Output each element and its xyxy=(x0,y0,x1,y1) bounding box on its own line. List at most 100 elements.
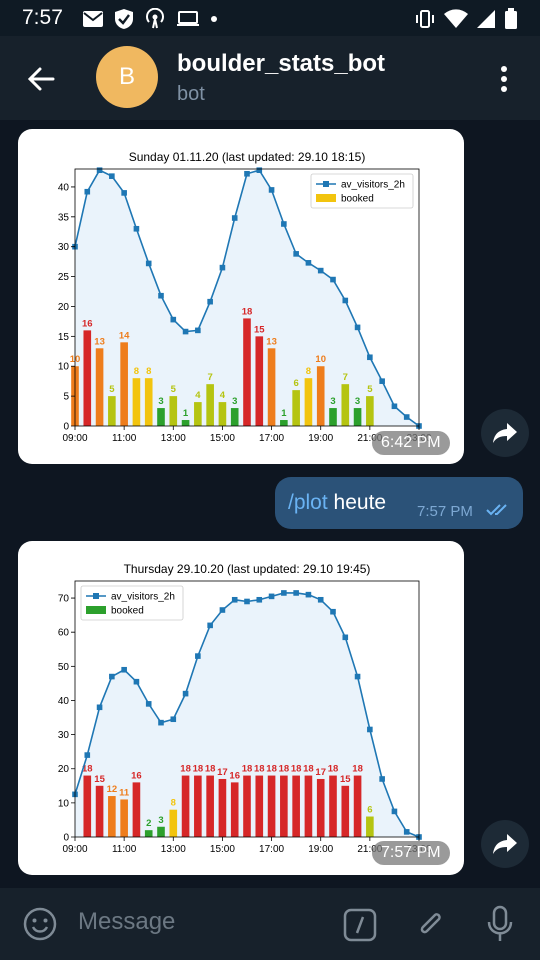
bar xyxy=(169,809,178,837)
hotspot-icon xyxy=(146,8,164,29)
chart-sunday: Sunday 01.11.20 (last updated: 29.10 18:… xyxy=(58,150,432,444)
x-tick-label: 17:00 xyxy=(259,433,284,444)
image-message[interactable]: Thursday 29.10.20 (last updated: 29.10 1… xyxy=(18,541,464,875)
bar-label: 5 xyxy=(109,384,115,395)
bar-label: 8 xyxy=(134,366,139,377)
legend-line-label: av_visitors_2h xyxy=(341,180,405,191)
chart-title: Sunday 01.11.20 (last updated: 29.10 18:… xyxy=(129,150,366,164)
message-input[interactable]: Message xyxy=(78,908,175,936)
bar-label: 18 xyxy=(205,764,216,775)
bar xyxy=(353,408,362,426)
legend-line-marker xyxy=(323,181,329,187)
y-tick-label: 25 xyxy=(58,272,70,283)
vibrate-icon xyxy=(416,10,434,28)
bar-label: 17 xyxy=(315,767,326,778)
line-point xyxy=(84,188,91,195)
avatar[interactable]: B xyxy=(96,46,158,108)
line-point xyxy=(354,673,361,680)
bar-label: 18 xyxy=(279,764,290,775)
bar xyxy=(95,348,104,426)
x-tick-label: 11:00 xyxy=(112,844,137,855)
line-point xyxy=(195,327,201,334)
y-tick-label: 40 xyxy=(58,696,70,707)
bar-label: 18 xyxy=(180,764,191,775)
line-point xyxy=(354,324,361,331)
bar xyxy=(194,775,202,837)
chat-subtitle: bot xyxy=(177,83,205,105)
line-point xyxy=(293,251,299,257)
legend-bar-label: booked xyxy=(111,606,144,617)
bar-label: 3 xyxy=(355,396,360,407)
bar xyxy=(169,396,178,426)
line-point xyxy=(256,167,263,173)
line-point xyxy=(96,167,103,173)
image-message[interactable]: Sunday 01.11.20 (last updated: 29.10 18:… xyxy=(18,129,464,464)
attach-icon[interactable] xyxy=(416,906,446,942)
line-point xyxy=(317,267,324,274)
message-time: 7:57 PM xyxy=(417,503,473,520)
bar-label: 10 xyxy=(315,354,326,365)
outgoing-message[interactable]: /plot heute 7:57 PM xyxy=(275,477,523,529)
bar xyxy=(120,342,128,426)
status-time: 7:57 xyxy=(22,6,63,29)
message-body: heute xyxy=(333,491,387,514)
bar xyxy=(157,826,165,837)
bar-label: 8 xyxy=(306,366,311,377)
avatar-letter: B xyxy=(118,63,135,90)
line-point xyxy=(133,225,140,232)
y-tick-label: 20 xyxy=(58,764,70,775)
bot-commands-icon[interactable] xyxy=(343,908,377,942)
bar xyxy=(144,378,153,426)
line-point xyxy=(145,701,152,707)
bar-label: 3 xyxy=(330,396,335,407)
bar-label: 8 xyxy=(171,798,176,809)
bar xyxy=(304,378,313,426)
emoji-icon[interactable] xyxy=(22,906,58,942)
line-point xyxy=(342,634,349,641)
bar xyxy=(366,816,374,837)
line-point xyxy=(182,690,189,697)
bar-label: 11 xyxy=(119,787,130,798)
message-time: 6:42 PM xyxy=(372,431,450,455)
forward-button[interactable] xyxy=(481,409,529,457)
bar xyxy=(292,775,300,837)
line-point xyxy=(305,260,312,266)
bar-label: 1 xyxy=(281,408,287,419)
bar xyxy=(108,396,116,426)
x-tick-label: 15:00 xyxy=(210,433,235,444)
read-ticks-icon xyxy=(486,504,507,516)
bar xyxy=(255,775,264,837)
bar-label: 16 xyxy=(82,318,93,329)
line-point xyxy=(403,829,410,835)
back-arrow-icon[interactable] xyxy=(26,64,56,94)
line-point xyxy=(379,776,385,782)
y-tick-label: 40 xyxy=(58,182,70,193)
y-tick-label: 70 xyxy=(58,594,70,605)
line-point xyxy=(109,173,115,179)
microphone-icon[interactable] xyxy=(486,905,514,943)
y-tick-label: 30 xyxy=(58,242,70,253)
status-bar: 7:57 xyxy=(0,0,540,36)
forward-button[interactable] xyxy=(481,820,529,868)
line-point xyxy=(379,378,385,384)
bar xyxy=(243,775,251,837)
bar-label: 18 xyxy=(193,764,204,775)
line-point xyxy=(207,622,213,629)
bar-label: 4 xyxy=(220,390,226,401)
line-point xyxy=(121,190,127,196)
bar-label: 3 xyxy=(232,396,237,407)
chat-title[interactable]: boulder_stats_bot xyxy=(177,50,385,78)
y-tick-label: 0 xyxy=(63,833,69,844)
line-point xyxy=(317,596,324,603)
line-point xyxy=(330,608,336,615)
bar-label: 15 xyxy=(340,774,351,785)
command-link[interactable]: /plot xyxy=(288,491,328,514)
bar-label: 18 xyxy=(254,764,265,775)
line-point xyxy=(305,591,312,598)
line-point xyxy=(293,590,299,596)
line-point xyxy=(219,607,226,613)
bar xyxy=(194,402,202,426)
bar xyxy=(95,785,104,837)
bar xyxy=(341,785,350,837)
more-menu-icon[interactable] xyxy=(494,64,514,94)
